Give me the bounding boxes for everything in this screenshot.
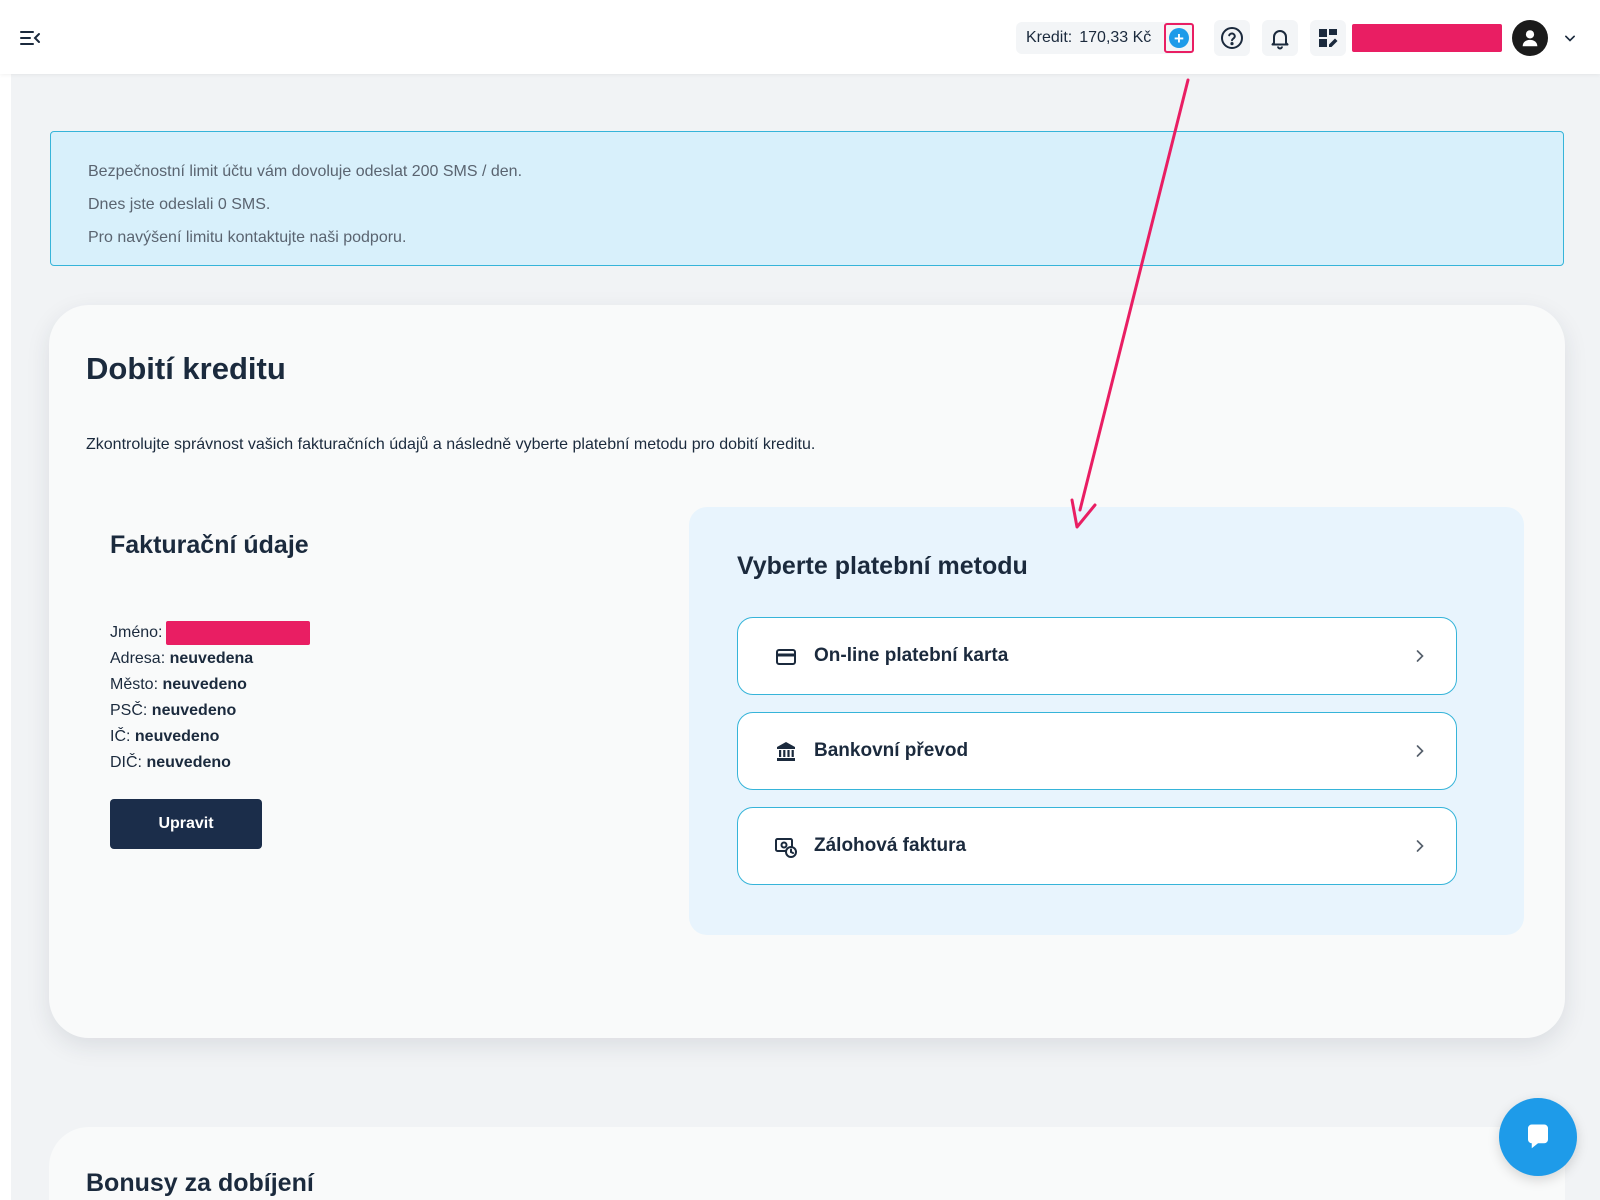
billing-value: neuvedeno: [146, 754, 231, 771]
bell-icon: [1271, 30, 1289, 50]
billing-title: Fakturační údaje: [110, 531, 309, 559]
payment-option-card[interactable]: On-line platební karta: [737, 617, 1457, 695]
chat-bubble-icon: [1528, 1124, 1548, 1149]
billing-label: PSČ:: [110, 702, 148, 719]
payment-option-bank-transfer[interactable]: Bankovní převod: [737, 712, 1457, 790]
billing-row-name: Jméno:: [110, 620, 311, 646]
billing-label: IČ:: [110, 728, 131, 745]
credit-value: 170,33 Kč: [1079, 29, 1152, 46]
chevron-right-icon: [1410, 741, 1430, 761]
billing-value: neuvedena: [169, 650, 254, 667]
billing-label: Adresa:: [110, 650, 166, 667]
billing-details: Jméno: Adresa: neuvedena Město: neuveden…: [110, 620, 311, 776]
redacted-account-name[interactable]: [1352, 24, 1502, 52]
chat-button[interactable]: [1499, 1098, 1577, 1176]
credit-card-icon: [774, 645, 798, 669]
notifications-button[interactable]: [1262, 20, 1298, 56]
payment-option-label: On-line platební karta: [814, 645, 1009, 666]
add-credit-button[interactable]: +: [1164, 23, 1194, 53]
plus-circle-icon: +: [1169, 28, 1189, 48]
top-bar: Kredit: 170,33 Kč +: [0, 0, 1600, 74]
dashboard-edit-icon: [1319, 29, 1338, 47]
alert-line: Pro navýšení limitu kontaktujte naši pod…: [88, 229, 407, 246]
help-circle-icon: [1221, 27, 1243, 49]
billing-value: neuvedeno: [134, 728, 220, 745]
help-button[interactable]: [1214, 20, 1250, 56]
invoice-clock-icon: [774, 835, 798, 859]
billing-label: Město:: [110, 676, 159, 693]
payment-title: Vyberte platební metodu: [737, 552, 1028, 580]
chevron-right-icon: [1410, 836, 1430, 856]
bank-icon: [774, 740, 798, 764]
billing-row-address: Adresa: neuvedena: [110, 646, 310, 672]
alert-line: Bezpečnostní limit účtu vám dovoluje ode…: [88, 163, 523, 180]
page-description: Zkontrolujte správnost vašich fakturační…: [86, 436, 816, 453]
billing-label: DIČ:: [110, 754, 142, 771]
payment-option-label: Bankovní převod: [814, 740, 969, 761]
credit-label: Kredit:: [1026, 29, 1073, 46]
menu-collapse-icon[interactable]: [18, 26, 42, 50]
billing-value: neuvedeno: [151, 702, 237, 719]
payment-option-proforma-invoice[interactable]: Zálohová faktura: [737, 807, 1457, 885]
payment-method-panel: Vyberte platební metodu On-line platební…: [689, 507, 1524, 935]
redacted-name: [166, 620, 311, 645]
bonus-card: Bonusy za dobíjení: [49, 1127, 1565, 1200]
sms-limit-alert: Bezpečnostní limit účtu vám dovoluje ode…: [50, 131, 1564, 266]
page-title: Dobití kreditu: [86, 351, 286, 386]
billing-value: neuvedeno: [162, 676, 247, 693]
alert-line: Dnes jste odeslali 0 SMS.: [88, 196, 271, 213]
payment-option-label: Zálohová faktura: [814, 835, 967, 856]
edit-billing-button[interactable]: Upravit: [110, 799, 262, 849]
billing-row-dic: DIČ: neuvedeno: [110, 750, 310, 776]
chevron-down-icon[interactable]: [1560, 28, 1580, 48]
chevron-right-icon: [1410, 646, 1430, 666]
billing-row-city: Město: neuvedeno: [110, 672, 310, 698]
top-up-card: Dobití kreditu Zkontrolujte správnost va…: [49, 305, 1565, 1038]
billing-label: Jméno:: [110, 624, 163, 641]
billing-row-ic: IČ: neuvedeno: [110, 724, 310, 750]
billing-row-zip: PSČ: neuvedeno: [110, 698, 310, 724]
dashboard-edit-button[interactable]: [1310, 20, 1346, 56]
sidebar-rail: [0, 74, 11, 1200]
user-icon: [1522, 30, 1538, 47]
user-avatar[interactable]: [1512, 20, 1548, 56]
bonus-title: Bonusy za dobíjení: [86, 1169, 314, 1197]
